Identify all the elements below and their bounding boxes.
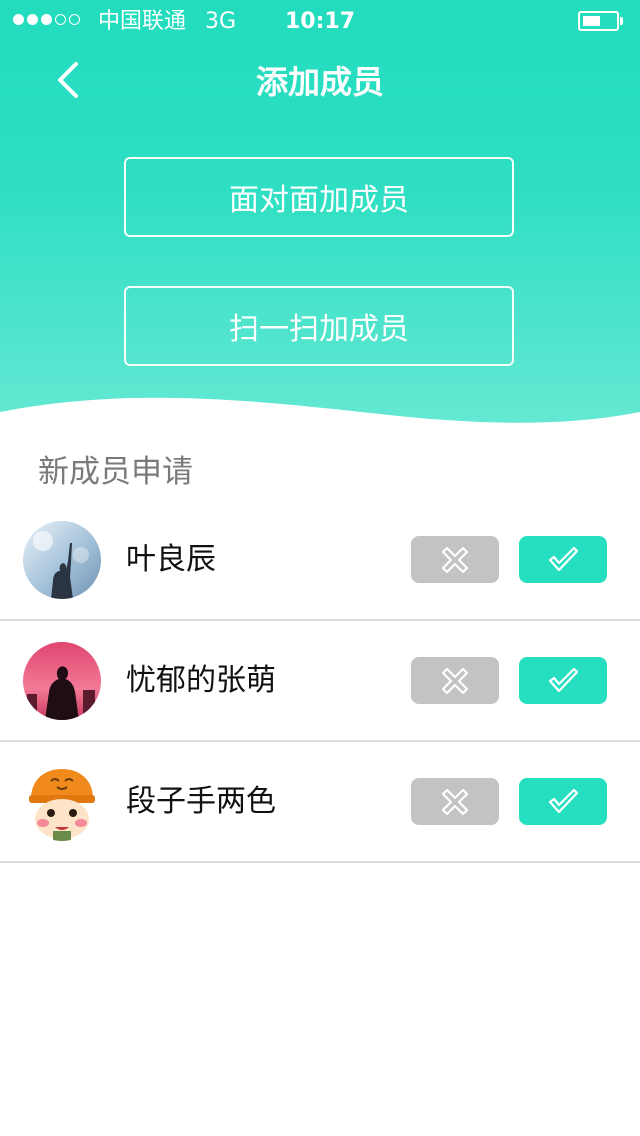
request-row: 段子手两色	[0, 742, 640, 863]
avatar	[23, 521, 101, 599]
silhouette-sky-avatar	[23, 521, 101, 599]
request-row: 忧郁的张萌	[0, 621, 640, 742]
request-list: 叶良辰 忧郁的张萌 段子手两色	[0, 500, 640, 863]
check-icon	[548, 546, 579, 571]
close-icon	[441, 667, 469, 694]
check-icon	[548, 667, 579, 692]
close-icon	[441, 788, 469, 815]
member-name: 忧郁的张萌	[126, 663, 276, 698]
accept-button[interactable]	[519, 536, 607, 583]
silhouette-sunset-avatar	[23, 642, 101, 720]
face-to-face-add-button[interactable]: 面对面加成员	[124, 157, 514, 237]
reject-button[interactable]	[411, 536, 499, 583]
reject-button[interactable]	[411, 657, 499, 704]
avatar	[23, 642, 101, 720]
avatar	[23, 763, 101, 841]
page-title: 添加成员	[255, 63, 384, 101]
section-title: 新成员申请	[38, 454, 193, 490]
close-icon	[441, 546, 469, 573]
member-name: 段子手两色	[126, 784, 276, 819]
scan-add-button[interactable]: 扫一扫加成员	[124, 286, 514, 366]
member-name: 叶良辰	[126, 542, 216, 577]
cartoon-helmet-avatar	[23, 763, 101, 841]
header: 中国联通 3G 10:17 添加成员 面对面加成员 扫一扫加成员	[0, 0, 640, 430]
accept-button[interactable]	[519, 778, 607, 825]
check-icon	[548, 788, 579, 813]
accept-button[interactable]	[519, 657, 607, 704]
battery-icon	[578, 11, 623, 31]
status-time: 10:17	[284, 9, 356, 34]
status-bar: 中国联通 3G 10:17	[0, 0, 640, 44]
reject-button[interactable]	[411, 778, 499, 825]
request-row: 叶良辰	[0, 500, 640, 621]
